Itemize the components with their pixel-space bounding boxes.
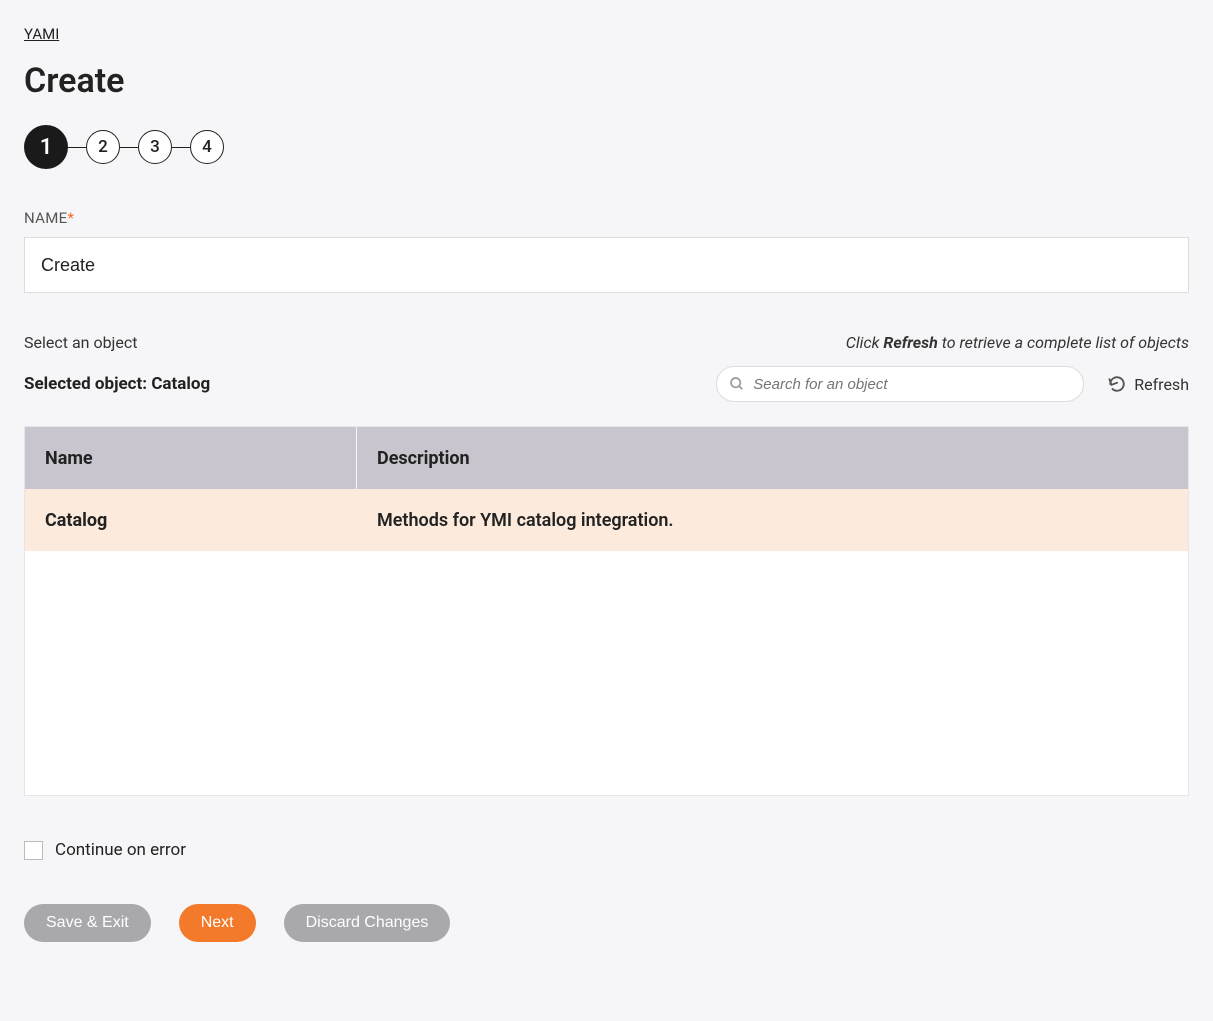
required-indicator: *	[67, 209, 74, 227]
table-header-description[interactable]: Description	[357, 448, 1188, 469]
footer-buttons: Save & Exit Next Discard Changes	[24, 904, 1189, 942]
step-connector	[120, 147, 138, 148]
refresh-button-label: Refresh	[1134, 375, 1189, 394]
search-input[interactable]	[753, 376, 1071, 393]
step-4[interactable]: 4	[190, 130, 224, 164]
refresh-hint: Click Refresh to retrieve a complete lis…	[846, 333, 1189, 352]
refresh-icon	[1108, 375, 1126, 393]
object-table: Name Description Catalog Methods for YMI…	[24, 426, 1189, 796]
table-header-name[interactable]: Name	[25, 427, 357, 489]
stepper: 1 2 3 4	[24, 125, 1189, 169]
discard-changes-button[interactable]: Discard Changes	[284, 904, 451, 942]
search-icon	[729, 376, 745, 392]
table-cell-description: Methods for YMI catalog integration.	[357, 510, 1188, 531]
next-button[interactable]: Next	[179, 904, 256, 942]
table-cell-name: Catalog	[25, 510, 357, 531]
step-3[interactable]: 3	[138, 130, 172, 164]
name-input[interactable]	[24, 237, 1189, 293]
page-title: Create	[24, 61, 1189, 101]
refresh-button[interactable]: Refresh	[1108, 375, 1189, 394]
continue-on-error-checkbox[interactable]	[24, 841, 43, 860]
step-connector	[68, 147, 86, 148]
table-header: Name Description	[25, 427, 1188, 489]
step-2[interactable]: 2	[86, 130, 120, 164]
select-object-label: Select an object	[24, 333, 137, 352]
name-field-label: NAME*	[24, 209, 1189, 227]
continue-on-error-label: Continue on error	[55, 840, 186, 860]
save-exit-button[interactable]: Save & Exit	[24, 904, 151, 942]
step-connector	[172, 147, 190, 148]
breadcrumb-yami[interactable]: YAMI	[24, 25, 59, 43]
step-1[interactable]: 1	[24, 125, 68, 169]
selected-object-label: Selected object: Catalog	[24, 374, 210, 394]
table-row[interactable]: Catalog Methods for YMI catalog integrat…	[25, 489, 1188, 551]
search-box[interactable]	[716, 366, 1084, 402]
